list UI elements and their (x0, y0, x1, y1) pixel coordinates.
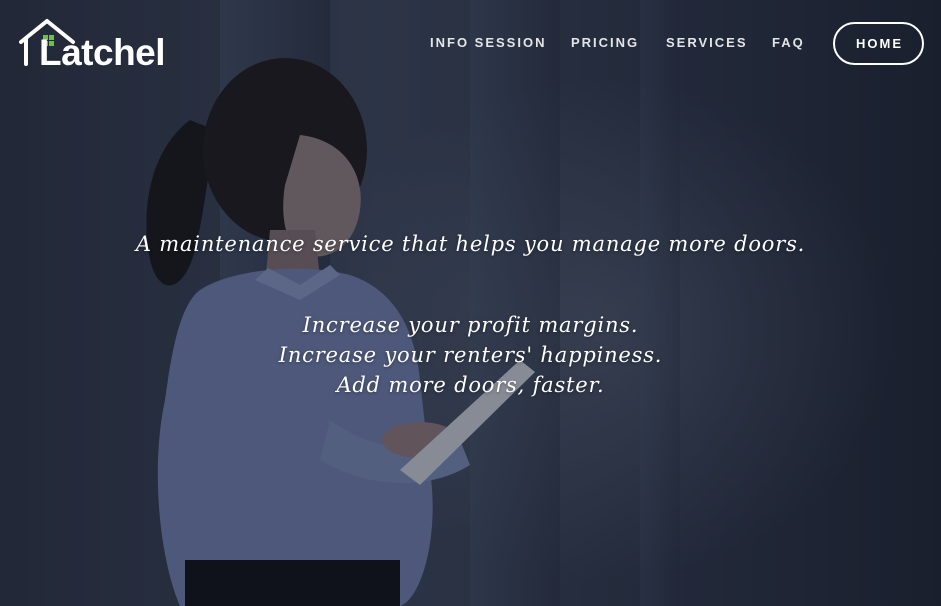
home-button[interactable]: HOME (833, 22, 924, 65)
page: Latchel INFO SESSION PRICING SERVICES FA… (0, 0, 941, 606)
nav-link-services[interactable]: SERVICES (666, 35, 748, 51)
benefit-line: Increase your renters' happiness. (278, 343, 663, 367)
hero-background-image (0, 0, 941, 606)
hero-overlay (0, 0, 941, 606)
main-nav: INFO SESSION PRICING SERVICES FAQ HOME (0, 0, 941, 90)
nav-link-faq[interactable]: FAQ (772, 35, 805, 51)
nav-link-info-session[interactable]: INFO SESSION (430, 35, 546, 51)
hero-benefits: Increase your profit margins. Increase y… (0, 310, 941, 400)
hero-tagline: A maintenance service that helps you man… (135, 232, 806, 256)
benefit-line: Add more doors, faster. (336, 373, 605, 397)
benefit-line: Increase your profit margins. (302, 313, 639, 337)
site-header: Latchel INFO SESSION PRICING SERVICES FA… (0, 0, 941, 90)
nav-link-pricing[interactable]: PRICING (571, 35, 639, 51)
